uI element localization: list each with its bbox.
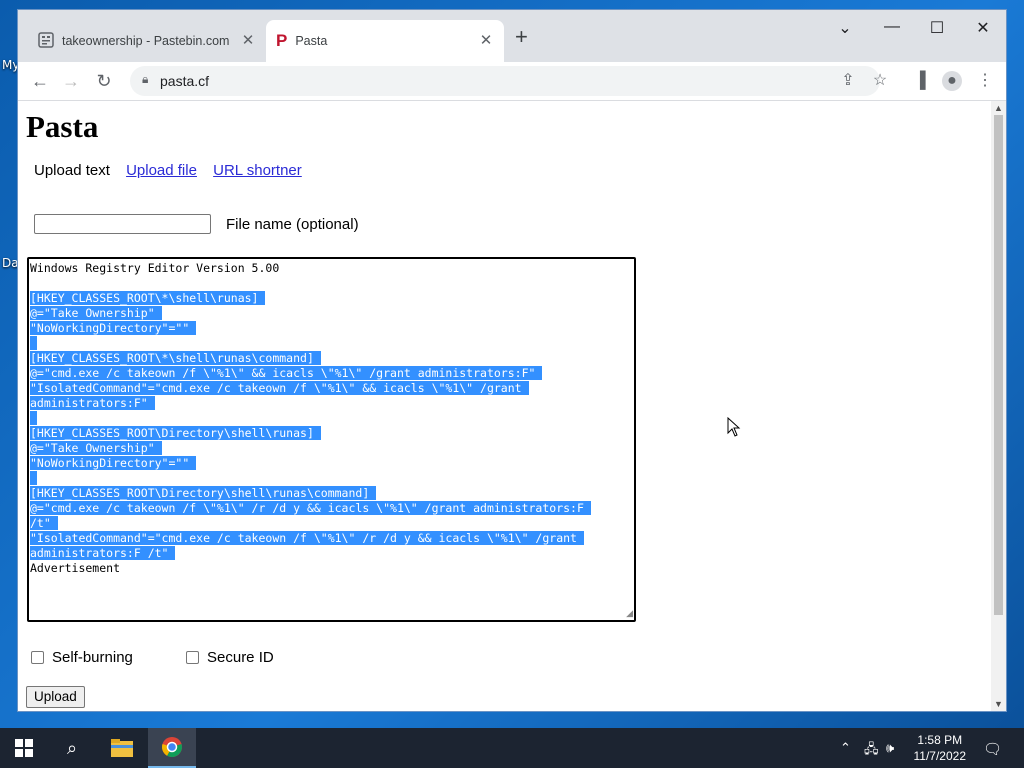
clock-date: 11/7/2022	[913, 749, 967, 763]
code-line: @="cmd.exe /c takeown /f \"%1\" && icacl…	[30, 366, 543, 380]
code-line: @="cmd.exe /c takeown /f \"%1\" /r /d y …	[30, 501, 591, 515]
tab-pasta[interactable]: P Pasta ✕	[266, 20, 504, 62]
tab-search-icon[interactable]: ⌄	[835, 18, 855, 38]
pastebin-favicon-icon	[38, 31, 54, 51]
upload-mode-nav: Upload text Upload file URL shortner	[34, 162, 314, 179]
code-line: "IsolatedCommand"="cmd.exe /c takeown /f…	[30, 531, 584, 545]
code-line: "IsolatedCommand"="cmd.exe /c takeown /f…	[30, 381, 529, 395]
file-name-input[interactable]	[34, 214, 211, 234]
new-tab-button[interactable]: +	[515, 26, 528, 48]
page-scrollbar[interactable]: ▲ ▼	[991, 101, 1006, 711]
system-clock[interactable]: 1:58 PM 11/7/2022	[914, 732, 967, 764]
page-title: Pasta	[26, 109, 99, 144]
reload-icon[interactable]: ↻	[93, 70, 115, 92]
desktop-icon-label[interactable]: My	[2, 58, 19, 72]
paste-textarea[interactable]: Windows Registry Editor Version 5.00 [HK…	[27, 257, 636, 622]
pasta-favicon-icon: P	[276, 31, 288, 50]
star-icon[interactable]: ☆	[870, 71, 890, 91]
code-line: administrators:F /t"	[30, 546, 176, 560]
browser-toolbar: ← → ↻ 🔒︎ pasta.cf ⇪ ☆ ▐ ● ⋮	[18, 62, 1006, 101]
scroll-up-icon[interactable]: ▲	[991, 103, 1006, 113]
mouse-cursor-icon	[727, 417, 741, 437]
code-line	[30, 336, 37, 350]
tab-strip: takeownership - Pastebin.com ✕ P Pasta ✕…	[18, 10, 1006, 62]
code-line: [HKEY_CLASSES_ROOT\Directory\shell\runas…	[30, 426, 321, 440]
code-line: [HKEY_CLASSES_ROOT\*\shell\runas\command…	[30, 351, 321, 365]
tab-title: Pasta	[295, 34, 328, 48]
browser-window: takeownership - Pastebin.com ✕ P Pasta ✕…	[18, 10, 1006, 711]
code-line: Windows Registry Editor Version 5.00	[30, 261, 280, 275]
secure-id-checkbox[interactable]: Secure ID	[186, 649, 274, 666]
code-line: @="Take Ownership"	[30, 441, 162, 455]
back-arrow-icon[interactable]: ←	[29, 70, 51, 92]
search-icon[interactable]: ⌕	[48, 728, 96, 768]
checkbox-box[interactable]	[31, 651, 44, 664]
scrollbar-thumb[interactable]	[994, 115, 1003, 615]
volume-icon[interactable]: 🕪︎	[886, 740, 894, 756]
self-burning-label: Self-burning	[52, 649, 133, 666]
nav-url-shortner-link[interactable]: URL shortner	[213, 162, 302, 179]
forward-arrow-icon[interactable]: →	[60, 70, 82, 92]
chrome-taskbar-icon[interactable]	[148, 728, 196, 768]
chevron-up-icon[interactable]: ⌃	[840, 740, 851, 756]
resize-handle-icon[interactable]: ◢	[626, 608, 633, 619]
paste-content: Windows Registry Editor Version 5.00 [HK…	[29, 259, 634, 576]
scroll-down-icon[interactable]: ▼	[991, 699, 1006, 709]
nav-upload-file-link[interactable]: Upload file	[126, 162, 197, 179]
nav-upload-text: Upload text	[34, 162, 110, 179]
close-tab-icon[interactable]: ✕	[240, 33, 256, 49]
code-line: [HKEY_CLASSES_ROOT\*\shell\runas]	[30, 291, 266, 305]
checkbox-box[interactable]	[186, 651, 199, 664]
desktop-icon-label[interactable]: Da	[2, 256, 19, 270]
windows-logo-icon	[15, 739, 33, 757]
lock-icon: 🔒︎	[142, 72, 149, 86]
code-line: /t"	[30, 516, 58, 530]
page-viewport: Pasta Upload text Upload file URL shortn…	[18, 101, 991, 711]
menu-dots-icon[interactable]: ⋮	[975, 71, 995, 91]
tab-title: takeownership - Pastebin.com	[62, 34, 230, 48]
code-line: "NoWorkingDirectory"=""	[30, 456, 197, 470]
profile-icon[interactable]: ●	[942, 71, 962, 91]
side-panel-icon[interactable]: ▐	[910, 71, 930, 91]
code-line: administrators:F"	[30, 396, 155, 410]
minimize-button[interactable]: —	[882, 18, 902, 36]
share-icon[interactable]: ⇪	[838, 71, 858, 91]
maximize-button[interactable]: ☐	[927, 18, 947, 38]
network-icon[interactable]: 🖧︎	[864, 740, 879, 762]
upload-button[interactable]: Upload	[26, 686, 85, 708]
taskbar: ⌕ ⌃ 🖧︎ 🕪︎ 1:58 PM 11/7/2022 🗨︎	[0, 728, 1024, 768]
code-line: "NoWorkingDirectory"=""	[30, 321, 197, 335]
code-line	[30, 411, 37, 425]
address-bar[interactable]: 🔒︎ pasta.cf	[130, 66, 880, 96]
file-explorer-icon[interactable]	[98, 728, 146, 768]
secure-id-label: Secure ID	[207, 649, 274, 666]
code-line: [HKEY_CLASSES_ROOT\Directory\shell\runas…	[30, 486, 377, 500]
url-text: pasta.cf	[160, 73, 210, 89]
clock-time: 1:58 PM	[917, 733, 963, 747]
code-line: Advertisement	[30, 561, 121, 575]
close-tab-icon[interactable]: ✕	[478, 33, 494, 49]
notifications-icon[interactable]: 🗨︎	[983, 740, 1002, 758]
code-line	[30, 471, 37, 485]
file-name-label: File name (optional)	[226, 216, 359, 233]
close-window-button[interactable]: ✕	[973, 18, 993, 38]
self-burning-checkbox[interactable]: Self-burning	[31, 649, 133, 666]
tab-pastebin[interactable]: takeownership - Pastebin.com ✕	[28, 20, 266, 62]
code-line: @="Take Ownership"	[30, 306, 162, 320]
start-button[interactable]	[0, 728, 48, 768]
